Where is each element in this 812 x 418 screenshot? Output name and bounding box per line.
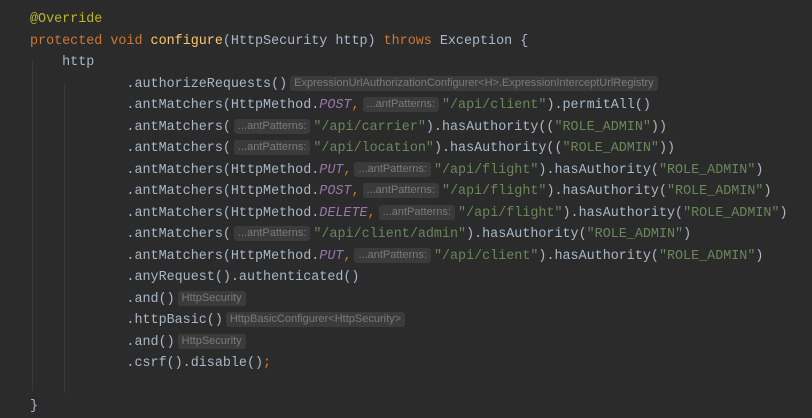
code-token: "/api/flight" <box>433 162 539 178</box>
code-token: "/api/client" <box>441 98 547 113</box>
inlay-hint: HttpBasicConfigurer<HttpSecurity> <box>225 312 406 327</box>
code-line[interactable]: .and() HttpSecurity <box>30 289 788 311</box>
code-token: "ROLE_ADMIN" <box>658 162 756 178</box>
code-token: http <box>30 55 95 70</box>
code-token: ).hasAuthority( <box>562 205 684 221</box>
code-token: "ROLE_ADMIN" <box>586 227 684 242</box>
code-token: .antMatchers(HttpMethod. <box>30 184 320 199</box>
code-token: } <box>30 399 39 414</box>
code-token: ).hasAuthority(( <box>425 119 555 135</box>
code-token: , <box>351 184 360 199</box>
code-token: .antMatchers( <box>30 119 231 135</box>
code-token: "/api/location" <box>313 141 434 156</box>
inlay-hint: ...antPatterns: <box>354 247 431 263</box>
code-token: ) <box>683 227 692 242</box>
code-line[interactable]: @Override <box>30 9 788 31</box>
code-token: .and() <box>30 291 175 307</box>
code-line[interactable]: .anyRequest().authenticated() <box>30 267 788 289</box>
inlay-hint: ...antPatterns: <box>362 97 439 112</box>
code-token: , <box>351 98 360 113</box>
code-token: .authorizeRequests() <box>30 76 288 92</box>
code-token: .antMatchers(HttpMethod. <box>30 98 320 113</box>
code-line[interactable]: .authorizeRequests() ExpressionUrlAuthori… <box>30 74 788 96</box>
code-token: PUT <box>319 162 344 178</box>
code-line[interactable]: .antMatchers(...antPatterns: "/api/client… <box>30 224 788 246</box>
code-token: Exception { <box>439 33 529 49</box>
code-token: "ROLE_ADMIN" <box>683 205 780 221</box>
code-token: ) <box>763 184 772 199</box>
code-line[interactable]: .httpBasic() HttpBasicConfigurer<HttpSecu… <box>30 310 788 332</box>
code-token: "/api/client" <box>433 248 539 264</box>
code-token: ).hasAuthority( <box>538 162 659 178</box>
code-token: .csrf().disable() <box>30 356 264 371</box>
code-line[interactable]: .antMatchers(HttpMethod.DELETE, ...antPat… <box>30 203 788 225</box>
inlay-hint: HttpSecurity <box>177 333 246 349</box>
code-token: "ROLE_ADMIN" <box>562 141 659 156</box>
code-token: .antMatchers( <box>30 141 231 156</box>
code-token: POST <box>319 98 352 113</box>
code-token: POST <box>319 184 352 199</box>
code-token: ) <box>755 248 764 264</box>
code-token: ).hasAuthority( <box>546 184 667 199</box>
code-token: )) <box>650 119 667 135</box>
inlay-hint: ...antPatterns: <box>233 140 311 155</box>
code-token: , <box>367 205 376 221</box>
code-token: ).hasAuthority(( <box>433 141 563 156</box>
code-token: "/api/carrier" <box>313 119 426 135</box>
code-token: ) <box>755 162 764 178</box>
code-token: "/api/flight" <box>441 184 547 199</box>
code-token: .and() <box>30 334 175 350</box>
code-token: , <box>343 248 352 264</box>
code-token: "/api/flight" <box>458 205 563 221</box>
code-token: .antMatchers( <box>30 227 231 242</box>
code-token: ).hasAuthority( <box>466 227 587 242</box>
code-line[interactable]: .antMatchers(...antPatterns: "/api/carrie… <box>30 117 788 139</box>
code-token: "ROLE_ADMIN" <box>554 119 651 135</box>
code-token: .antMatchers(HttpMethod. <box>30 162 320 178</box>
code-token: .httpBasic() <box>30 313 223 328</box>
code-line[interactable] <box>30 375 788 397</box>
code-token: ) <box>779 205 788 221</box>
code-line[interactable]: } <box>30 396 788 418</box>
code-token: DELETE <box>319 205 368 221</box>
inlay-hint: ...antPatterns: <box>354 161 431 177</box>
inlay-hint: ...antPatterns: <box>362 183 439 198</box>
inlay-hint: ...antPatterns: <box>233 118 311 134</box>
code-line[interactable]: .csrf().disable(); <box>30 353 788 375</box>
inlay-hint: ExpressionUrlAuthorizationConfigurer<H>.… <box>290 75 658 91</box>
inlay-hint: ...antPatterns: <box>233 226 311 241</box>
code-line[interactable]: .antMatchers(HttpMethod.PUT, ...antPatter… <box>30 160 788 182</box>
code-token: ).permitAll() <box>546 98 651 113</box>
code-line[interactable]: protected void configure(HttpSecurity ht… <box>30 31 788 53</box>
code-token: configure <box>150 33 223 49</box>
code-token: @Override <box>30 12 103 27</box>
code-line[interactable]: .antMatchers(HttpMethod.PUT, ...antPatter… <box>30 246 788 268</box>
code-token: ; <box>263 356 272 371</box>
code-token: )) <box>658 141 676 156</box>
inlay-hint: ...antPatterns: <box>378 204 456 220</box>
code-token: .anyRequest().authenticated() <box>30 270 360 285</box>
code-token: .antMatchers(HttpMethod. <box>30 248 320 264</box>
code-line[interactable]: .antMatchers(HttpMethod.POST, ...antPatte… <box>30 95 788 117</box>
code-line[interactable]: .antMatchers(...antPatterns: "/api/locati… <box>30 138 788 160</box>
code-token: , <box>343 162 352 178</box>
code-line[interactable]: .antMatchers(HttpMethod.POST, ...antPatte… <box>30 181 788 203</box>
code-line[interactable]: .and() HttpSecurity <box>30 332 788 354</box>
code-token: "ROLE_ADMIN" <box>667 184 764 199</box>
code-token: protected void <box>30 33 151 49</box>
code-line[interactable]: http <box>30 52 788 74</box>
code-token: "ROLE_ADMIN" <box>658 248 756 264</box>
inlay-hint: HttpSecurity <box>177 290 246 306</box>
code-token: throws <box>383 33 440 49</box>
code-token: "/api/client/admin" <box>313 227 467 242</box>
code-token: PUT <box>319 248 344 264</box>
code-token: ).hasAuthority( <box>538 248 659 264</box>
code-editor[interactable]: @Override protected void configure(HttpSe… <box>30 9 788 418</box>
code-token: .antMatchers(HttpMethod. <box>30 205 320 221</box>
code-token: (HttpSecurity http) <box>222 33 384 49</box>
